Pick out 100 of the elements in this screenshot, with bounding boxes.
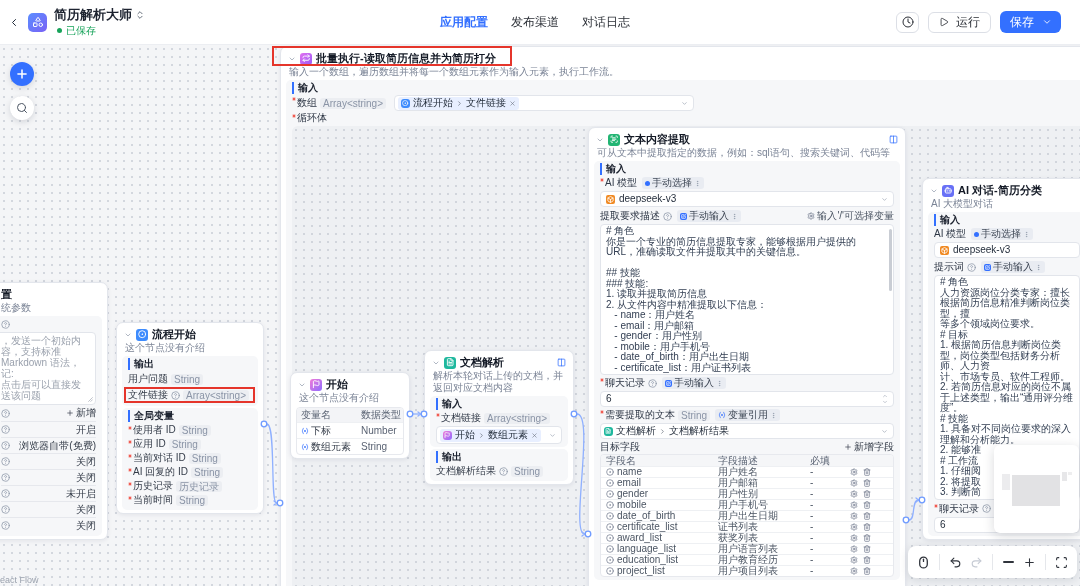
field-label: 需要提取的文本 bbox=[605, 409, 675, 421]
run-button[interactable]: 运行 bbox=[928, 11, 991, 33]
settings-icon[interactable] bbox=[850, 512, 858, 520]
required-value: - bbox=[810, 511, 814, 521]
connection-handle-icon[interactable] bbox=[902, 516, 910, 524]
required-value: - bbox=[810, 478, 814, 488]
reference-select[interactable]: 开始 数组元素 bbox=[436, 426, 562, 444]
delete-icon[interactable] bbox=[863, 545, 871, 553]
field-label: AI 模型 bbox=[605, 177, 638, 189]
nav-tab[interactable]: 发布渠道 bbox=[510, 14, 559, 30]
connection-handle-icon[interactable] bbox=[276, 499, 284, 507]
field-name: name bbox=[617, 467, 642, 477]
delete-icon[interactable] bbox=[863, 490, 871, 498]
delete-icon[interactable] bbox=[863, 501, 871, 509]
setting-value: 关闭 bbox=[76, 471, 96, 484]
source-field-label: 数组元素 bbox=[488, 429, 528, 441]
settings-icon[interactable] bbox=[850, 490, 858, 498]
settings-icon[interactable] bbox=[850, 534, 858, 542]
variable-name: AI 回复的 ID bbox=[133, 466, 188, 478]
field-description: 用户出生日期 bbox=[718, 511, 778, 521]
settings-icon[interactable] bbox=[850, 501, 858, 509]
remove-icon[interactable] bbox=[509, 99, 517, 107]
document-icon bbox=[604, 426, 613, 436]
prompt-line: 1. 读取并提取简历信息 bbox=[606, 289, 709, 300]
input-mode-button[interactable]: 变量引用 bbox=[715, 409, 781, 421]
settings-icon[interactable] bbox=[850, 545, 858, 553]
add-node-button[interactable] bbox=[10, 62, 34, 86]
delete-icon[interactable] bbox=[863, 534, 871, 542]
prompt-line: 计、市场专员、软件工程师。 bbox=[940, 371, 1071, 382]
save-status: 已保存 bbox=[66, 24, 96, 37]
field-name: date_of_birth bbox=[617, 511, 676, 521]
column-header: 字段名 bbox=[606, 455, 636, 466]
nav-tab[interactable]: 应用配置 bbox=[439, 14, 488, 30]
delete-icon[interactable] bbox=[863, 468, 871, 476]
stepper-icon[interactable] bbox=[882, 393, 888, 405]
settings-icon[interactable] bbox=[850, 567, 858, 575]
reference-select[interactable]: 流程开始 文件链接 bbox=[394, 95, 695, 111]
node-description: 这个节点没有介绍 bbox=[298, 392, 380, 404]
model-select[interactable]: deepseek-v3 bbox=[934, 242, 1080, 258]
circle-dot-icon bbox=[606, 534, 614, 542]
reference-chip[interactable]: 开始 数组元素 bbox=[440, 428, 541, 442]
type-tag: Array<string> bbox=[484, 412, 551, 424]
connection-handle-icon[interactable] bbox=[260, 420, 268, 428]
chevron-down-icon bbox=[881, 195, 888, 203]
add-field-button[interactable]: 新增字段 bbox=[844, 441, 894, 453]
connection-handle-icon[interactable] bbox=[570, 410, 578, 418]
blurred-preview-drawing bbox=[1001, 471, 1072, 506]
settings-icon[interactable] bbox=[850, 556, 858, 564]
add-variable-button[interactable]: 新增 bbox=[66, 407, 96, 419]
node-title: 开始 bbox=[326, 379, 348, 390]
field-name: project_list bbox=[617, 566, 665, 576]
app-switch-button[interactable] bbox=[135, 9, 145, 21]
node-description: 统参数 bbox=[0, 302, 32, 314]
source-node-label: 流程开始 bbox=[413, 97, 454, 109]
dot-icon bbox=[645, 180, 651, 186]
settings-icon[interactable] bbox=[850, 523, 858, 531]
connection-handle-icon[interactable] bbox=[918, 496, 926, 504]
variable-name: 历史记录 bbox=[133, 480, 173, 492]
scan-frame-icon bbox=[1055, 555, 1068, 569]
delete-icon[interactable] bbox=[863, 523, 871, 531]
field-label: AI 模型 bbox=[934, 228, 967, 240]
field-description: 用户性别 bbox=[718, 489, 758, 499]
circle-dot-icon bbox=[606, 490, 614, 498]
variable-select[interactable]: 文档解析 文档解析结果 bbox=[600, 423, 894, 439]
input-mode-button[interactable]: 手动选择 bbox=[971, 228, 1034, 240]
columns-icon[interactable] bbox=[889, 135, 898, 144]
model-select[interactable]: deepseek-v3 bbox=[600, 191, 894, 207]
settings-icon[interactable] bbox=[850, 479, 858, 487]
delete-icon[interactable] bbox=[863, 479, 871, 487]
field-description: 用户手机号 bbox=[718, 500, 768, 510]
save-button[interactable]: 保存 bbox=[1000, 11, 1061, 33]
history-button[interactable] bbox=[896, 11, 919, 33]
field-name: gender bbox=[617, 489, 649, 499]
delete-icon[interactable] bbox=[863, 512, 871, 520]
resize-handle-icon[interactable] bbox=[88, 397, 93, 402]
variable-name: 下标 bbox=[311, 424, 331, 437]
remove-icon[interactable] bbox=[531, 431, 538, 439]
number-input[interactable]: 6 bbox=[600, 391, 894, 407]
required-value: - bbox=[810, 500, 814, 510]
input-mode-button[interactable]: 手动输入 bbox=[677, 210, 741, 222]
type-tag: String bbox=[678, 409, 711, 421]
connection-handle-icon[interactable] bbox=[584, 530, 592, 538]
field-name: certificate_list bbox=[617, 522, 678, 532]
variable-name: 文档解析结果 bbox=[436, 465, 496, 477]
type-tag: String bbox=[176, 494, 209, 506]
variable-hint: 输入'/'可选择变量 bbox=[817, 210, 894, 222]
input-mode-button[interactable]: 手动输入 bbox=[662, 377, 726, 389]
field-label: 文档链接 bbox=[441, 412, 481, 424]
settings-icon[interactable] bbox=[850, 468, 858, 476]
reference-chip[interactable]: 流程开始 文件链接 bbox=[398, 96, 520, 110]
prompt-textarea[interactable]: # 角色 你是一个专业的简历信息提取专家，能够根据用户提供的URL，准确读取文件并提取其中的关键信息。 ## 技能 ### 技能: 1. 读取并提取简历信息 2. 从文件内容中精准提取以下信息： - name：用户姓名 - email：用户邮箱 - gender：用户性别 - mobile：用户手机号 - date_of_birth：用户出生日期 - certificate_list：用户证书列表 bbox=[600, 224, 894, 375]
columns-icon[interactable] bbox=[557, 358, 566, 367]
search-button[interactable] bbox=[10, 96, 34, 120]
prompt-line: 人力资源岗位分类专家：擅长根据简历信息精准判断岗位类型，擅 bbox=[940, 287, 1071, 319]
nav-tab[interactable]: 对话日志 bbox=[581, 14, 630, 30]
type-tag: Array<string> bbox=[183, 389, 250, 401]
delete-icon[interactable] bbox=[863, 567, 871, 575]
input-mode-button[interactable]: 手动选择 bbox=[642, 177, 705, 189]
input-mode-button[interactable]: 手动输入 bbox=[981, 261, 1045, 273]
delete-icon[interactable] bbox=[863, 556, 871, 564]
